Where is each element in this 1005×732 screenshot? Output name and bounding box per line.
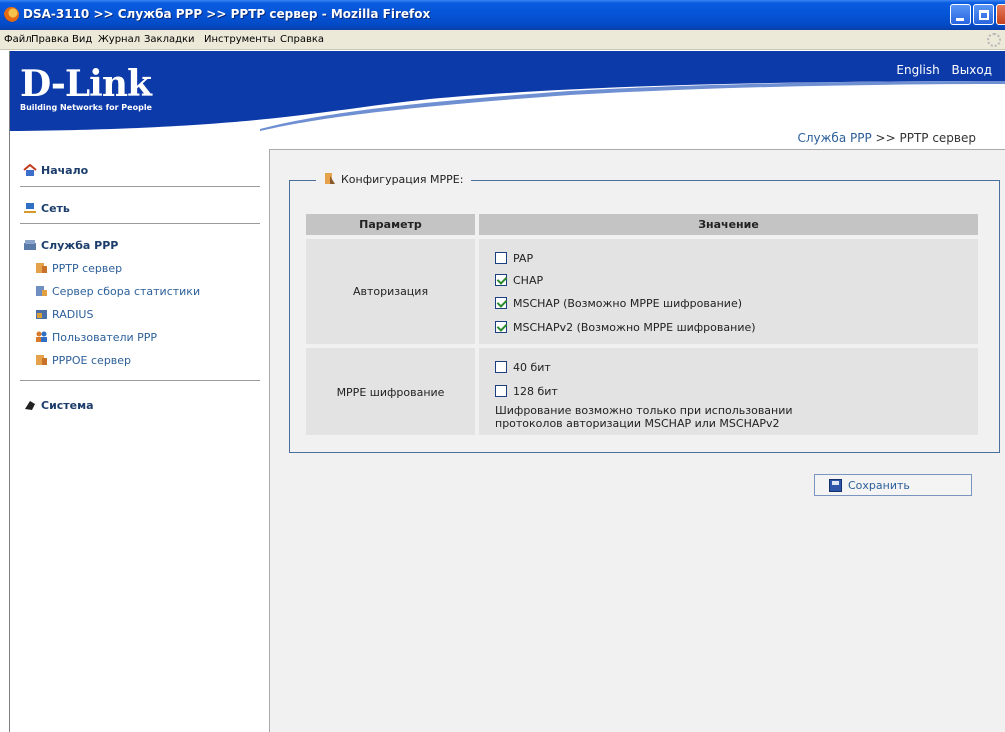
sidebar-item-system[interactable]: Система	[23, 399, 94, 412]
stats-server-icon	[36, 286, 47, 296]
sidebar-item-pptp-server[interactable]: PPTP сервер	[35, 262, 122, 275]
mppe-note-line-2: протоколов авторизации MSCHAP или MSCHAP…	[495, 417, 780, 430]
sidebar-item-ppp[interactable]: Служба PPP	[23, 239, 118, 252]
checkbox-mschapv2[interactable]: MSCHAPv2 (Возможно MPPE шифрование)	[495, 321, 756, 334]
chap-checkbox[interactable]	[495, 274, 507, 286]
sidebar-item-stats-server[interactable]: Сервер сбора статистики	[35, 285, 200, 298]
menu-bookmarks[interactable]: Закладки	[144, 34, 195, 45]
checkbox-mschap[interactable]: MSCHAP (Возможно MPPE шифрование)	[495, 297, 742, 310]
sidebar-label-stats-server: Сервер сбора статистики	[52, 285, 201, 298]
sidebar-item-home[interactable]: Начало	[23, 164, 88, 177]
save-button[interactable]: Сохранить	[814, 474, 972, 496]
pap-checkbox[interactable]	[495, 252, 507, 264]
breadcrumb: Служба PPP >> PPTP сервер	[797, 131, 976, 145]
menu-bar: Файл Правка Вид Журнал Закладки Инструме…	[0, 30, 1005, 50]
fieldset-legend-text: Конфигурация MPPE:	[341, 173, 464, 186]
window-title-bar: DSA-3110 >> Служба PPP >> PPTP сервер - …	[0, 0, 1005, 30]
sidebar-item-radius[interactable]: RADIUS	[35, 308, 93, 321]
menu-history[interactable]: Журнал	[98, 34, 140, 45]
header: D-Link Building Networks for People Engl…	[10, 51, 1005, 156]
sidebar-label-pppoe-server: PPPOE сервер	[52, 354, 132, 367]
main-panel: Конфигурация MPPE: Параметр Значение Авт…	[269, 149, 1005, 732]
pap-label: PAP	[513, 252, 534, 265]
sidebar-divider	[20, 380, 260, 381]
save-button-label: Сохранить	[848, 479, 910, 492]
dlink-logo: D-Link Building Networks for People	[20, 63, 152, 112]
mschapv2-checkbox[interactable]	[495, 321, 507, 333]
pppoe-server-icon	[36, 355, 47, 365]
logo-tagline: Building Networks for People	[20, 103, 152, 112]
radius-icon	[36, 310, 47, 319]
minimize-button[interactable]	[950, 4, 971, 25]
breadcrumb-current: PPTP сервер	[899, 131, 976, 145]
mschap-checkbox[interactable]	[495, 297, 507, 309]
mppe-note-line-1: Шифрование возможно только при использов…	[495, 404, 793, 417]
menu-edit[interactable]: Правка	[31, 34, 69, 45]
home-icon	[23, 164, 37, 176]
menu-tools[interactable]: Инструменты	[204, 34, 276, 45]
sidebar-item-pppoe-server[interactable]: PPPOE сервер	[35, 354, 131, 367]
column-header-param: Параметр	[306, 214, 475, 235]
top-links: English Выход	[888, 63, 992, 77]
floppy-disk-icon	[829, 479, 842, 492]
mppe-128bit-checkbox[interactable]	[495, 385, 507, 397]
menu-file[interactable]: Файл	[4, 34, 32, 45]
sidebar-divider	[20, 186, 260, 187]
sidebar-item-network[interactable]: Сеть	[23, 202, 70, 215]
mschapv2-label: MSCHAPv2 (Возможно MPPE шифрование)	[513, 321, 756, 334]
system-icon	[25, 401, 35, 410]
firefox-icon	[4, 7, 19, 22]
sidebar-label-pptp-server: PPTP сервер	[52, 262, 123, 275]
sidebar-label-ppp: Служба PPP	[41, 239, 119, 252]
config-icon	[325, 173, 335, 184]
maximize-button[interactable]	[973, 4, 994, 25]
language-link[interactable]: English	[896, 63, 939, 77]
fieldset-legend: Конфигурация MPPE:	[316, 172, 472, 186]
breadcrumb-ppp-link[interactable]: Служба PPP	[797, 131, 871, 145]
sidebar-item-ppp-users[interactable]: Пользователи PPP	[35, 331, 157, 344]
window-title: DSA-3110 >> Служба PPP >> PPTP сервер - …	[23, 7, 431, 21]
logo-brand: D-Link	[20, 63, 152, 105]
sidebar-label-ppp-users: Пользователи PPP	[52, 331, 158, 344]
ppp-service-icon	[24, 240, 36, 250]
sidebar-label-network: Сеть	[41, 202, 70, 215]
mschap-label: MSCHAP (Возможно MPPE шифрование)	[513, 297, 743, 310]
mppe-40bit-checkbox[interactable]	[495, 361, 507, 373]
mppe-config-fieldset: Конфигурация MPPE: Параметр Значение Авт…	[289, 172, 1000, 453]
menu-help[interactable]: Справка	[280, 34, 324, 45]
mppe-40bit-label: 40 бит	[513, 361, 551, 374]
sidebar-divider	[20, 223, 260, 224]
sidebar: Начало Сеть Служба PPP PPTP сервер Серве…	[10, 156, 269, 732]
network-icon	[24, 203, 36, 213]
mppe-label: MPPE шифрование	[336, 386, 445, 399]
activity-throbber-icon	[987, 33, 1001, 47]
checkbox-chap[interactable]: CHAP	[495, 274, 543, 287]
logout-link[interactable]: Выход	[952, 63, 992, 77]
checkbox-40bit[interactable]: 40 бит	[495, 361, 551, 374]
page-content: D-Link Building Networks for People Engl…	[9, 51, 1005, 732]
sidebar-label-home: Начало	[41, 164, 89, 177]
breadcrumb-separator: >>	[871, 131, 900, 145]
auth-label: Авторизация	[352, 285, 429, 298]
menu-view[interactable]: Вид	[72, 34, 92, 45]
sidebar-label-radius: RADIUS	[52, 308, 94, 321]
mppe-128bit-label: 128 бит	[513, 385, 558, 398]
close-button[interactable]	[996, 4, 1005, 25]
users-icon	[36, 331, 47, 342]
pptp-server-icon	[36, 263, 47, 273]
chap-label: CHAP	[513, 274, 544, 287]
column-header-value: Значение	[479, 214, 978, 235]
sidebar-label-system: Система	[41, 399, 94, 412]
checkbox-pap[interactable]: PAP	[495, 252, 533, 265]
checkbox-128bit[interactable]: 128 бит	[495, 385, 558, 398]
